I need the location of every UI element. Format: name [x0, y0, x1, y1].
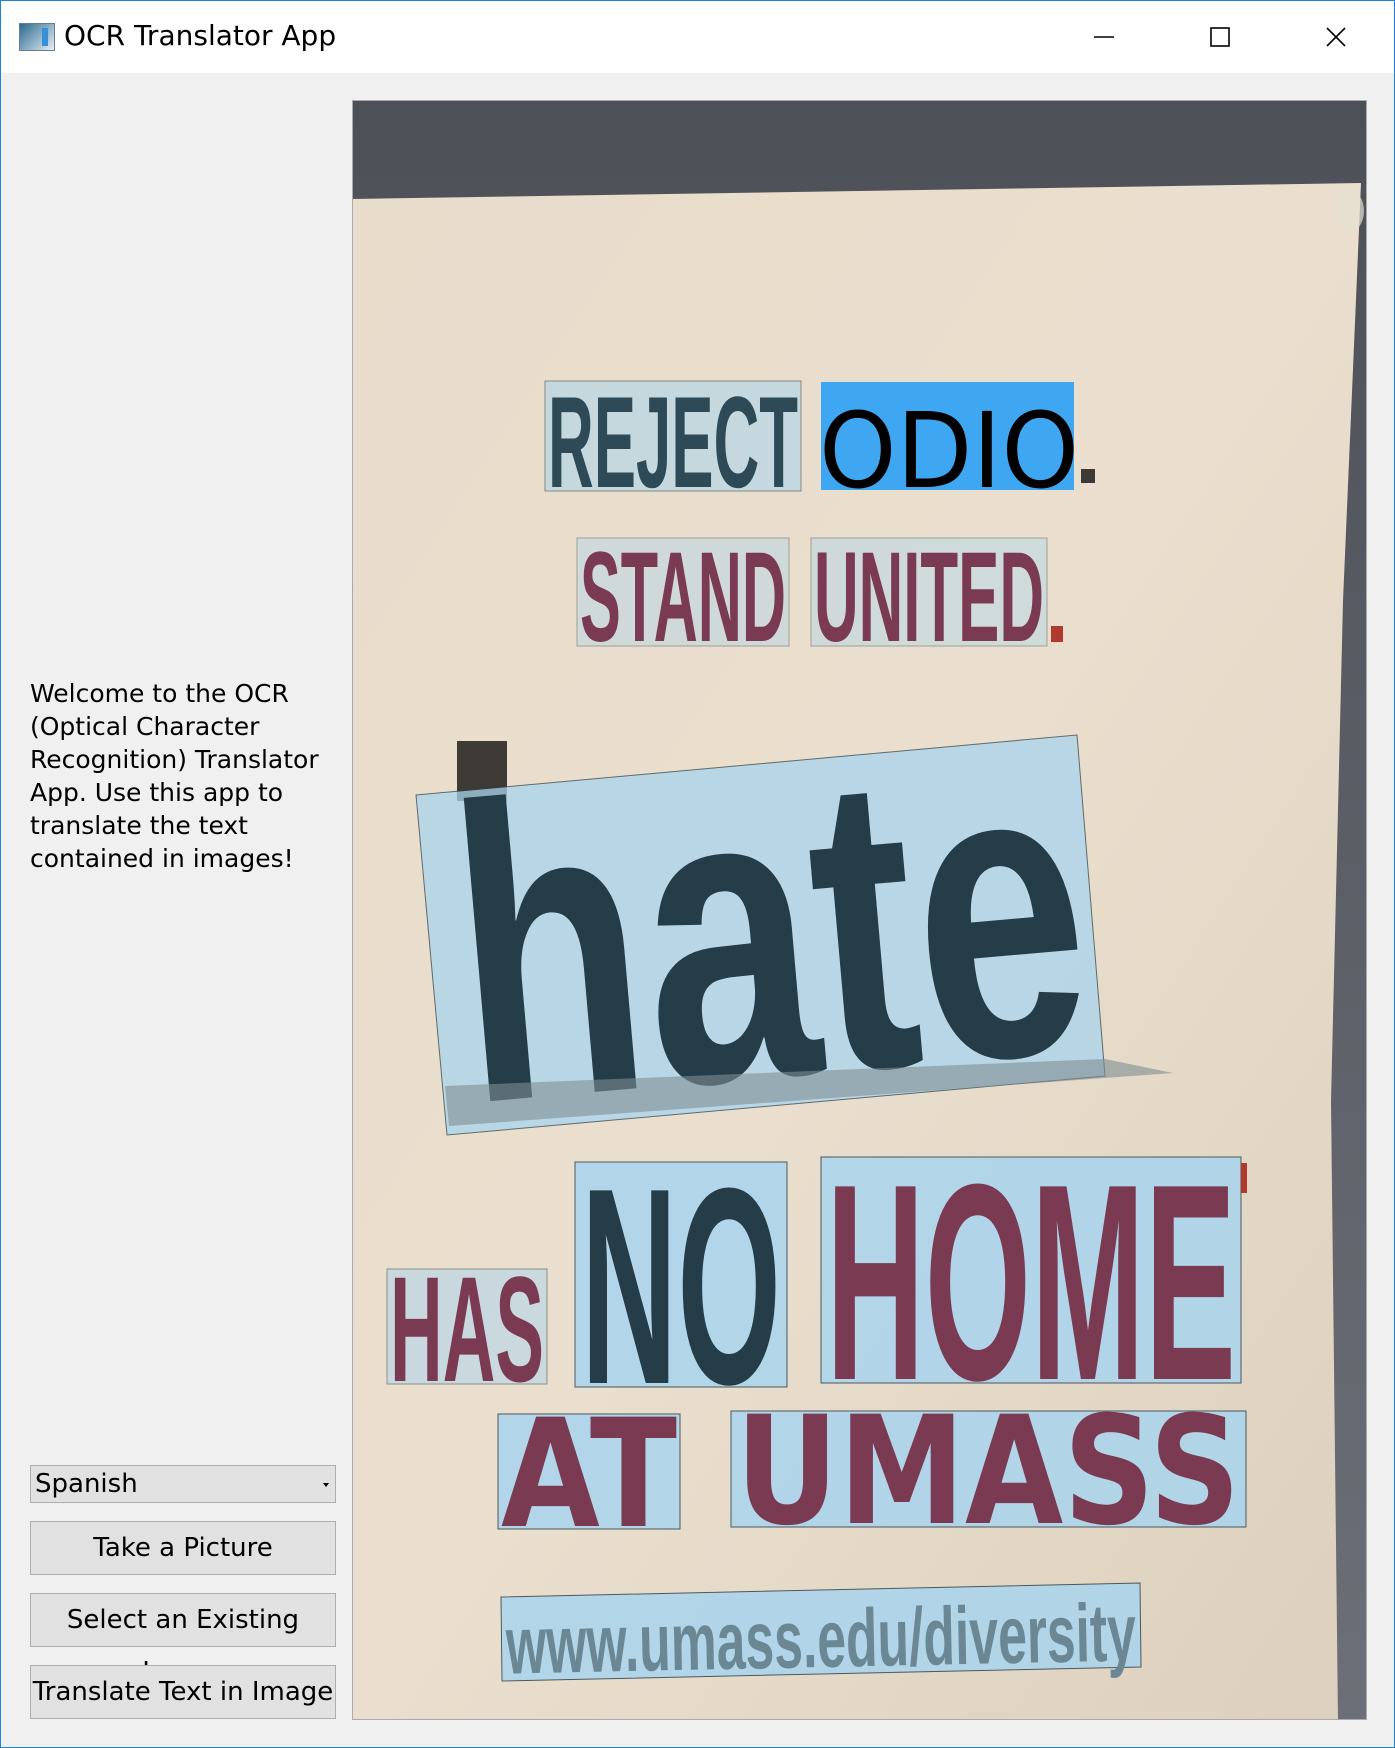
- close-button[interactable]: [1278, 1, 1394, 73]
- maximize-icon: [1210, 27, 1230, 47]
- word-united: UNITED: [810, 526, 1063, 669]
- take-picture-button[interactable]: Take a Picture: [30, 1521, 336, 1575]
- word-translated: ODIO: [819, 382, 1095, 512]
- word-umass-text: UMASS: [736, 1385, 1241, 1559]
- welcome-text: Welcome to the OCR (Optical Character Re…: [30, 679, 319, 873]
- pushpin: [1332, 189, 1364, 233]
- language-select[interactable]: Spanish: [30, 1465, 336, 1503]
- select-image-button[interactable]: Select an Existing Image: [30, 1593, 336, 1687]
- word-at: AT: [497, 1388, 681, 1562]
- chevron-down-icon: [323, 1483, 329, 1487]
- word-hate: hate: [415, 670, 1173, 1193]
- photo: REJECT ODIO STAND UNITED hate HAS NO HOM…: [353, 101, 1366, 1719]
- word-umass: UMASS: [730, 1385, 1247, 1559]
- window-title: OCR Translator App: [64, 19, 337, 52]
- maximize-button[interactable]: [1162, 1, 1278, 73]
- word-reject-text: REJECT: [548, 369, 798, 515]
- title-bar[interactable]: OCR Translator App: [1, 1, 1394, 73]
- translate-button[interactable]: Translate Text in Image: [30, 1665, 336, 1719]
- word-url: www.umass.edu/diversity: [500, 1582, 1142, 1692]
- close-icon: [1326, 27, 1346, 47]
- word-reject: REJECT: [544, 369, 802, 515]
- app-icon: [19, 23, 55, 51]
- minimize-button[interactable]: [1046, 1, 1162, 73]
- word-united-text: UNITED: [814, 526, 1044, 669]
- word-stand: STAND: [576, 526, 790, 669]
- image-canvas[interactable]: REJECT ODIO STAND UNITED hate HAS NO HOM…: [352, 100, 1367, 1720]
- word-at-text: AT: [501, 1388, 677, 1562]
- word-stand-text: STAND: [580, 526, 786, 669]
- language-select-value: Spanish: [35, 1469, 138, 1499]
- app-window: OCR Translator App Welcome to the OCR (O…: [0, 0, 1395, 1748]
- word-translated-text: ODIO: [819, 390, 1079, 512]
- minimize-icon: [1094, 36, 1114, 38]
- word-url-text: www.umass.edu/diversity: [504, 1587, 1137, 1691]
